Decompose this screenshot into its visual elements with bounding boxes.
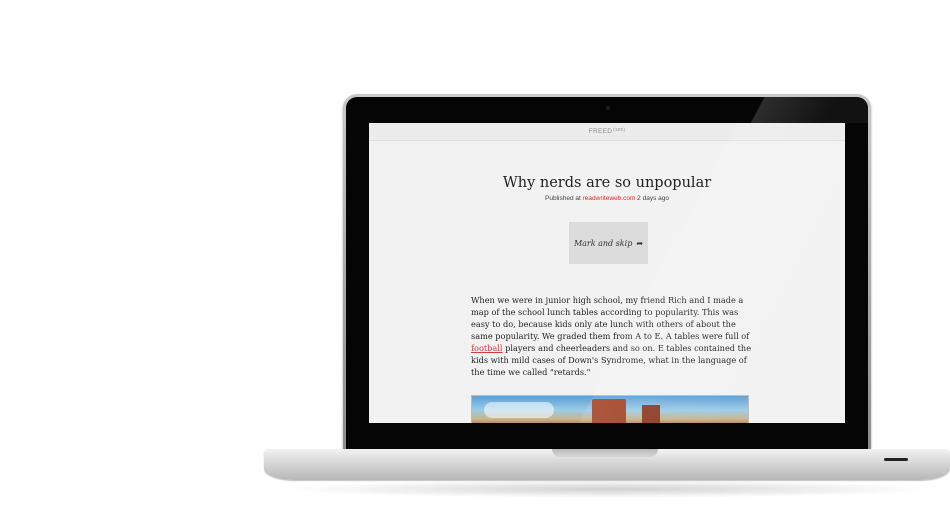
article-image [471,395,749,423]
lid-notch [552,449,658,457]
article-text-continued: players and cheerleaders and so on. E ta… [471,343,752,377]
screen-bezel: FREED(100) Why nerds are so unpopular Pu… [346,97,868,451]
image-building [592,399,626,423]
bezel-glare [738,97,868,123]
laptop-lid: FREED(100) Why nerds are so unpopular Pu… [343,94,871,451]
app-name[interactable]: FREED [589,128,613,135]
screen-glare [369,123,845,423]
football-link[interactable]: football [471,343,503,353]
arrow-right-icon: ➦ [636,238,644,248]
mark-and-skip-label: Mark and skip [573,238,633,248]
post-title: Why nerds are so unpopular [502,175,712,191]
camera [606,106,610,110]
unread-count-badge: (100) [613,127,626,132]
published-prefix: Published at [545,195,581,202]
article-body: When we were in junior high school, my f… [471,294,753,378]
post-age: 2 days ago [637,195,669,202]
sleep-indicator [884,458,908,461]
article-text: When we were in junior high school, my f… [471,295,750,341]
image-cloud [484,402,554,418]
app-header: FREED(100) [369,123,845,141]
publish-info: Published at readwriteweb.com 2 days ago [369,195,845,202]
app-screen: FREED(100) Why nerds are so unpopular Pu… [369,123,845,423]
source-link[interactable]: readwriteweb.com [583,195,636,202]
image-building-secondary [642,405,660,423]
laptop-base [264,449,950,480]
mark-and-skip-button[interactable]: Mark and skip ➦ [569,222,648,264]
laptop-shadow [280,480,940,498]
